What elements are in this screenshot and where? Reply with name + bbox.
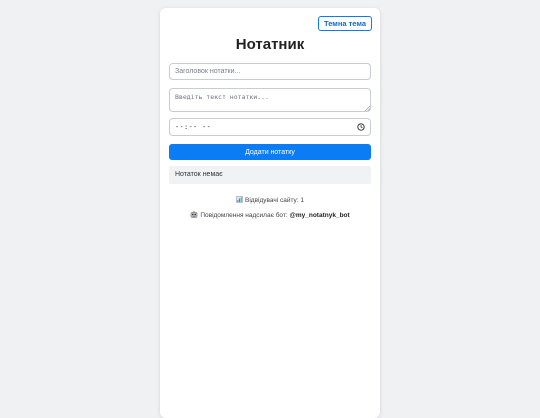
note-text-input[interactable] bbox=[169, 88, 371, 112]
visits-counter: Відвідувачі сайту: 1 bbox=[160, 196, 380, 204]
bot-handle: @my_notatnyk_bot bbox=[289, 212, 350, 219]
stats-icon bbox=[236, 196, 243, 203]
robot-icon bbox=[191, 211, 198, 218]
add-note-button[interactable]: Додати нотатку bbox=[169, 144, 371, 160]
empty-message: Нотаток немає bbox=[175, 171, 223, 178]
bot-text: Повідомлення надсилає бот: bbox=[200, 212, 288, 219]
note-title-input[interactable] bbox=[169, 63, 371, 80]
bot-info: Повідомлення надсилає бот: @my_notatnyk_… bbox=[160, 211, 380, 219]
dark-theme-button[interactable]: Темна тема bbox=[318, 16, 372, 31]
notepad-card: Темна тема Нотатник --:-- -- Додати нота… bbox=[160, 8, 380, 418]
clock-icon[interactable] bbox=[357, 123, 365, 131]
notes-empty-state: Нотаток немає bbox=[169, 166, 371, 184]
visits-text: Відвідувачі сайту: 1 bbox=[244, 197, 305, 204]
reminder-time-input[interactable]: --:-- -- bbox=[169, 118, 371, 136]
time-value: --:-- -- bbox=[175, 123, 212, 131]
page-title: Нотатник bbox=[235, 36, 305, 53]
